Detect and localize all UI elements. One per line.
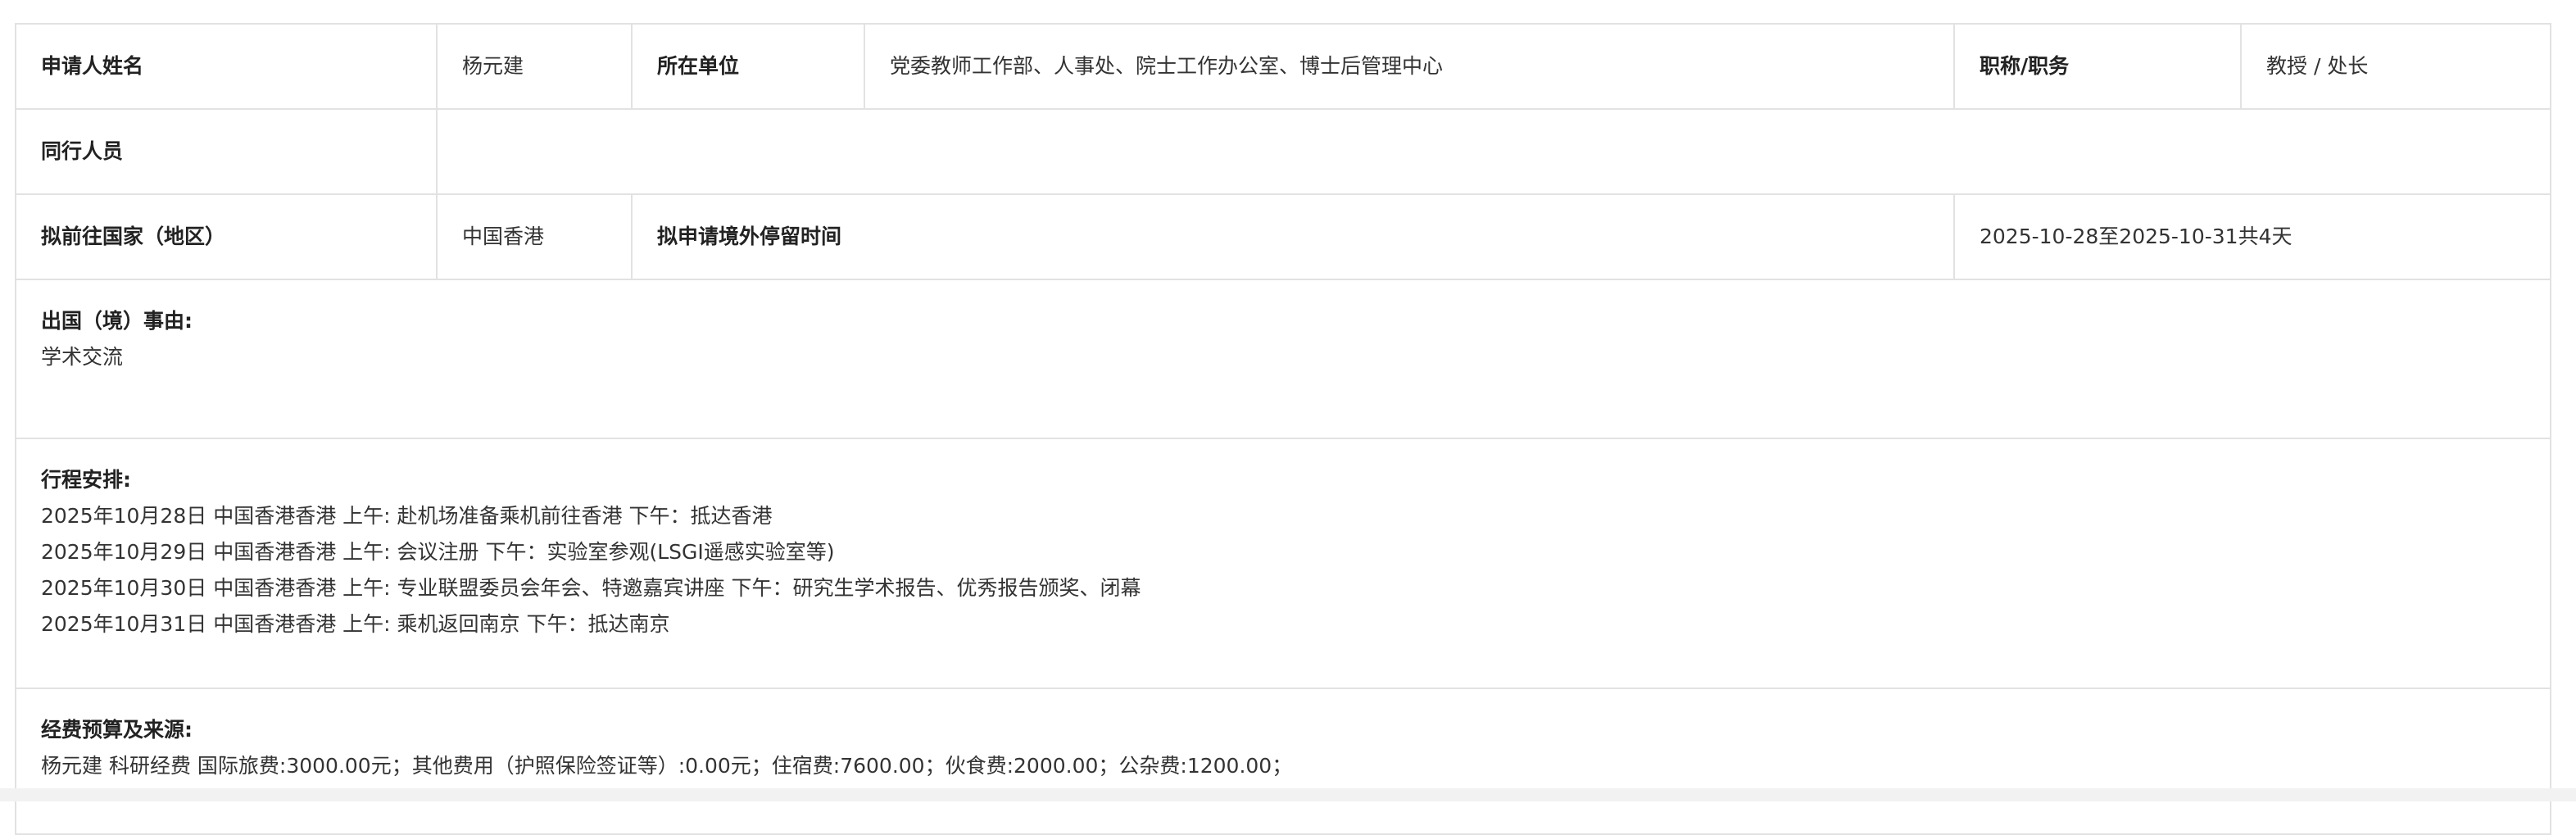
itinerary-cell: 行程安排: 2025年10月28日 中国香港香港 上午: 赴机场准备乘机前往香港… bbox=[15, 438, 2551, 689]
itinerary-line: 2025年10月31日 中国香港香港 上午: 乘机返回南京 下午：抵达南京 bbox=[41, 612, 670, 636]
budget-value: 杨元建 科研经费 国际旅费:3000.00元；其他费用（护照保险签证等）:0.0… bbox=[41, 754, 1293, 778]
reason-cell: 出国（境）事由: 学术交流 bbox=[15, 279, 2551, 439]
budget-label: 经费预算及来源: bbox=[41, 718, 193, 742]
row-destination: 拟前往国家（地区） 中国香港 拟申请境外停留时间 2025-10-28至2025… bbox=[15, 193, 2551, 280]
itinerary-line: 2025年10月28日 中国香港香港 上午: 赴机场准备乘机前往香港 下午：抵达… bbox=[41, 504, 773, 528]
title-label: 职称/职务 bbox=[1953, 23, 2242, 110]
companions-label: 同行人员 bbox=[15, 108, 438, 195]
row-companions: 同行人员 bbox=[15, 108, 2551, 195]
itinerary-line: 2025年10月30日 中国香港香港 上午: 专业联盟委员会年会、特邀嘉宾讲座 … bbox=[41, 576, 1141, 600]
row-reason: 出国（境）事由: 学术交流 bbox=[15, 279, 2551, 439]
unit-value: 党委教师工作部、人事处、院士工作办公室、博士后管理中心 bbox=[864, 23, 1955, 110]
reason-label: 出国（境）事由: bbox=[41, 309, 193, 333]
companions-value bbox=[436, 108, 2551, 195]
bottom-shade bbox=[0, 788, 2576, 801]
itinerary-line: 2025年10月29日 中国香港香港 上午: 会议注册 下午：实验室参观(LSG… bbox=[41, 540, 835, 564]
budget-cell: 经费预算及来源: 杨元建 科研经费 国际旅费:3000.00元；其他费用（护照保… bbox=[15, 688, 2551, 835]
row-budget: 经费预算及来源: 杨元建 科研经费 国际旅费:3000.00元；其他费用（护照保… bbox=[15, 688, 2551, 835]
row-applicant: 申请人姓名 杨元建 所在单位 党委教师工作部、人事处、院士工作办公室、博士后管理… bbox=[15, 23, 2551, 110]
row-itinerary: 行程安排: 2025年10月28日 中国香港香港 上午: 赴机场准备乘机前往香港… bbox=[15, 438, 2551, 689]
applicant-name-label: 申请人姓名 bbox=[15, 23, 438, 110]
title-value: 教授 / 处长 bbox=[2240, 23, 2551, 110]
unit-label: 所在单位 bbox=[631, 23, 865, 110]
destination-label: 拟前往国家（地区） bbox=[15, 193, 438, 280]
destination-value: 中国香港 bbox=[436, 193, 633, 280]
stay-time-label: 拟申请境外停留时间 bbox=[631, 193, 1955, 280]
stay-time-value: 2025-10-28至2025-10-31共4天 bbox=[1953, 193, 2551, 280]
applicant-name-value: 杨元建 bbox=[436, 23, 633, 110]
application-form-table: 申请人姓名 杨元建 所在单位 党委教师工作部、人事处、院士工作办公室、博士后管理… bbox=[15, 23, 2551, 835]
reason-value: 学术交流 bbox=[41, 345, 124, 369]
itinerary-label: 行程安排: bbox=[41, 468, 131, 492]
